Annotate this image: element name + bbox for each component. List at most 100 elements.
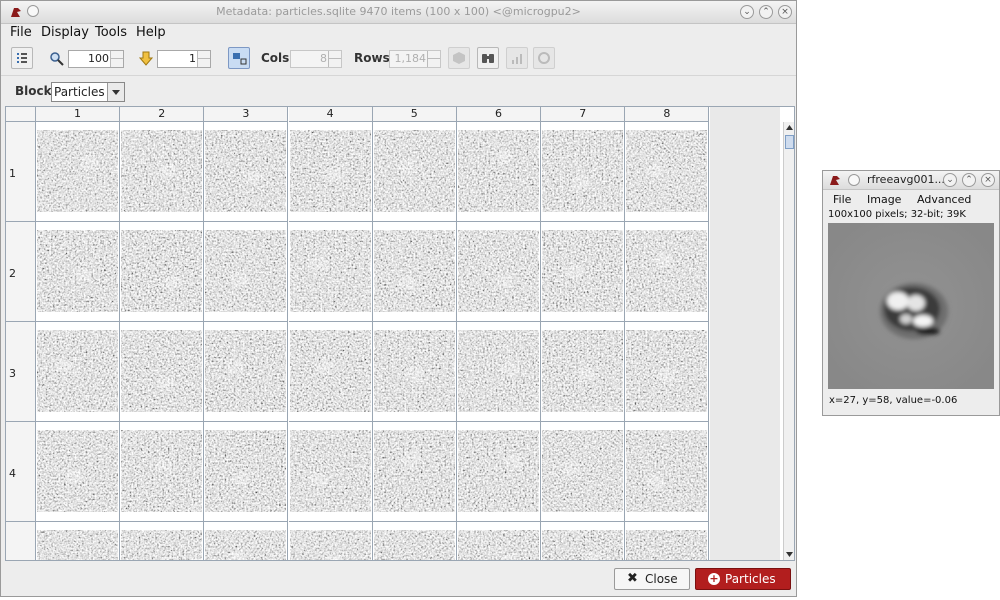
particle-cell[interactable]	[36, 222, 120, 322]
image-title-bar[interactable]: rfreeavg001.... ⌄ ⌃ ×	[823, 171, 999, 190]
particle-cell[interactable]	[120, 222, 205, 322]
scroll-down-icon[interactable]	[785, 551, 794, 559]
maximize-icon[interactable]: ⌃	[759, 5, 773, 19]
particle-cell[interactable]	[120, 422, 205, 522]
block-select[interactable]: Particles	[51, 82, 125, 102]
particle-image	[205, 530, 287, 560]
particle-image	[542, 130, 624, 212]
particle-cell[interactable]	[288, 522, 373, 560]
zoom-spinner[interactable]: 100	[68, 50, 124, 68]
particle-cell[interactable]	[204, 122, 289, 222]
particle-cell[interactable]	[288, 422, 373, 522]
menu-advanced[interactable]: Advanced	[917, 193, 971, 206]
particle-image	[289, 430, 371, 512]
minimize-icon[interactable]: ⌄	[943, 173, 957, 187]
particle-cell[interactable]	[204, 522, 289, 560]
block-label: Block	[15, 84, 52, 98]
particle-cell[interactable]	[541, 322, 626, 422]
zoom-icon	[50, 52, 64, 66]
particle-cell[interactable]	[457, 122, 541, 222]
grid-adjust-icon	[233, 53, 247, 65]
menu-file[interactable]: File	[10, 25, 32, 40]
particles-button[interactable]: + Particles	[695, 568, 791, 590]
particle-cell[interactable]	[204, 222, 289, 322]
spinner-arrows-icon[interactable]	[427, 51, 440, 67]
particle-cell[interactable]	[541, 122, 626, 222]
refresh-icon	[538, 52, 550, 64]
particle-cell[interactable]	[372, 522, 457, 560]
chevron-down-icon[interactable]	[107, 83, 124, 101]
list-view-button[interactable]	[11, 47, 33, 69]
particle-cell[interactable]	[36, 122, 120, 222]
particle-cell[interactable]	[625, 422, 710, 522]
menu-display[interactable]: Display	[41, 25, 89, 40]
particle-cell[interactable]	[457, 522, 541, 560]
particle-cell[interactable]	[625, 222, 710, 322]
particle-cell[interactable]	[204, 322, 289, 422]
particle-cell[interactable]	[36, 422, 120, 522]
rows-spinner[interactable]: 1,184	[389, 50, 441, 68]
goto-item-spinner[interactable]: 1	[157, 50, 211, 68]
particle-image	[458, 330, 539, 412]
menu-tools[interactable]: Tools	[95, 25, 127, 40]
particle-cell[interactable]	[541, 422, 626, 522]
close-icon[interactable]: ×	[778, 5, 792, 19]
particle-cell[interactable]	[120, 522, 205, 560]
close-icon[interactable]: ×	[981, 173, 995, 187]
pin-icon[interactable]	[848, 174, 860, 186]
particle-cell[interactable]	[457, 422, 541, 522]
close-button[interactable]: ✖ Close	[614, 568, 690, 590]
particle-cell[interactable]	[372, 422, 457, 522]
particle-cell[interactable]	[625, 322, 710, 422]
particle-cell[interactable]	[625, 122, 710, 222]
scroll-up-icon[interactable]	[785, 123, 794, 131]
image-canvas[interactable]	[828, 223, 994, 389]
particle-image	[458, 430, 539, 512]
particle-cell[interactable]	[288, 122, 373, 222]
particle-image	[458, 530, 539, 560]
particle-cell[interactable]	[36, 322, 120, 422]
particles-button-label: Particles	[725, 572, 776, 586]
spinner-arrows-icon[interactable]	[197, 51, 210, 67]
scroll-thumb[interactable]	[785, 135, 794, 149]
particle-cell[interactable]	[288, 322, 373, 422]
particle-image	[626, 430, 708, 512]
maximize-icon[interactable]: ⌃	[962, 173, 976, 187]
menu-file[interactable]: File	[833, 193, 851, 206]
particle-cell[interactable]	[372, 122, 457, 222]
particle-cell[interactable]	[120, 322, 205, 422]
particle-image	[37, 230, 118, 312]
volume-button[interactable]	[448, 47, 470, 69]
minimize-icon[interactable]: ⌄	[740, 5, 754, 19]
title-bar[interactable]: Metadata: particles.sqlite 9470 items (1…	[1, 1, 796, 24]
particle-cell[interactable]	[541, 522, 626, 560]
vertical-scrollbar[interactable]	[783, 122, 794, 560]
spinner-arrows-icon[interactable]	[328, 51, 341, 67]
cols-spinner[interactable]: 8	[290, 50, 342, 68]
particle-cell[interactable]	[204, 422, 289, 522]
adjust-columns-toggle[interactable]	[228, 47, 250, 69]
spinner-arrows-icon[interactable]	[110, 51, 123, 67]
image-window-title: rfreeavg001....	[867, 173, 949, 186]
refresh-button[interactable]	[533, 47, 555, 69]
particle-image	[205, 330, 287, 412]
column-header: 7	[541, 107, 626, 122]
particle-cell[interactable]	[120, 122, 205, 222]
menu-image[interactable]: Image	[867, 193, 901, 206]
particle-cell[interactable]	[457, 222, 541, 322]
particle-image	[37, 130, 118, 212]
plot-button[interactable]	[506, 47, 528, 69]
find-button[interactable]	[477, 47, 499, 69]
column-header: 2	[120, 107, 205, 122]
particle-image	[373, 330, 455, 412]
metadata-window: Metadata: particles.sqlite 9470 items (1…	[0, 0, 797, 597]
particle-cell[interactable]	[625, 522, 710, 560]
image-window: rfreeavg001.... ⌄ ⌃ × File Image Advance…	[822, 170, 1000, 416]
particle-cell[interactable]	[372, 322, 457, 422]
particle-cell[interactable]	[288, 222, 373, 322]
menu-help[interactable]: Help	[136, 25, 166, 40]
particle-cell[interactable]	[541, 222, 626, 322]
particle-cell[interactable]	[457, 322, 541, 422]
particle-cell[interactable]	[36, 522, 120, 560]
particle-cell[interactable]	[372, 222, 457, 322]
